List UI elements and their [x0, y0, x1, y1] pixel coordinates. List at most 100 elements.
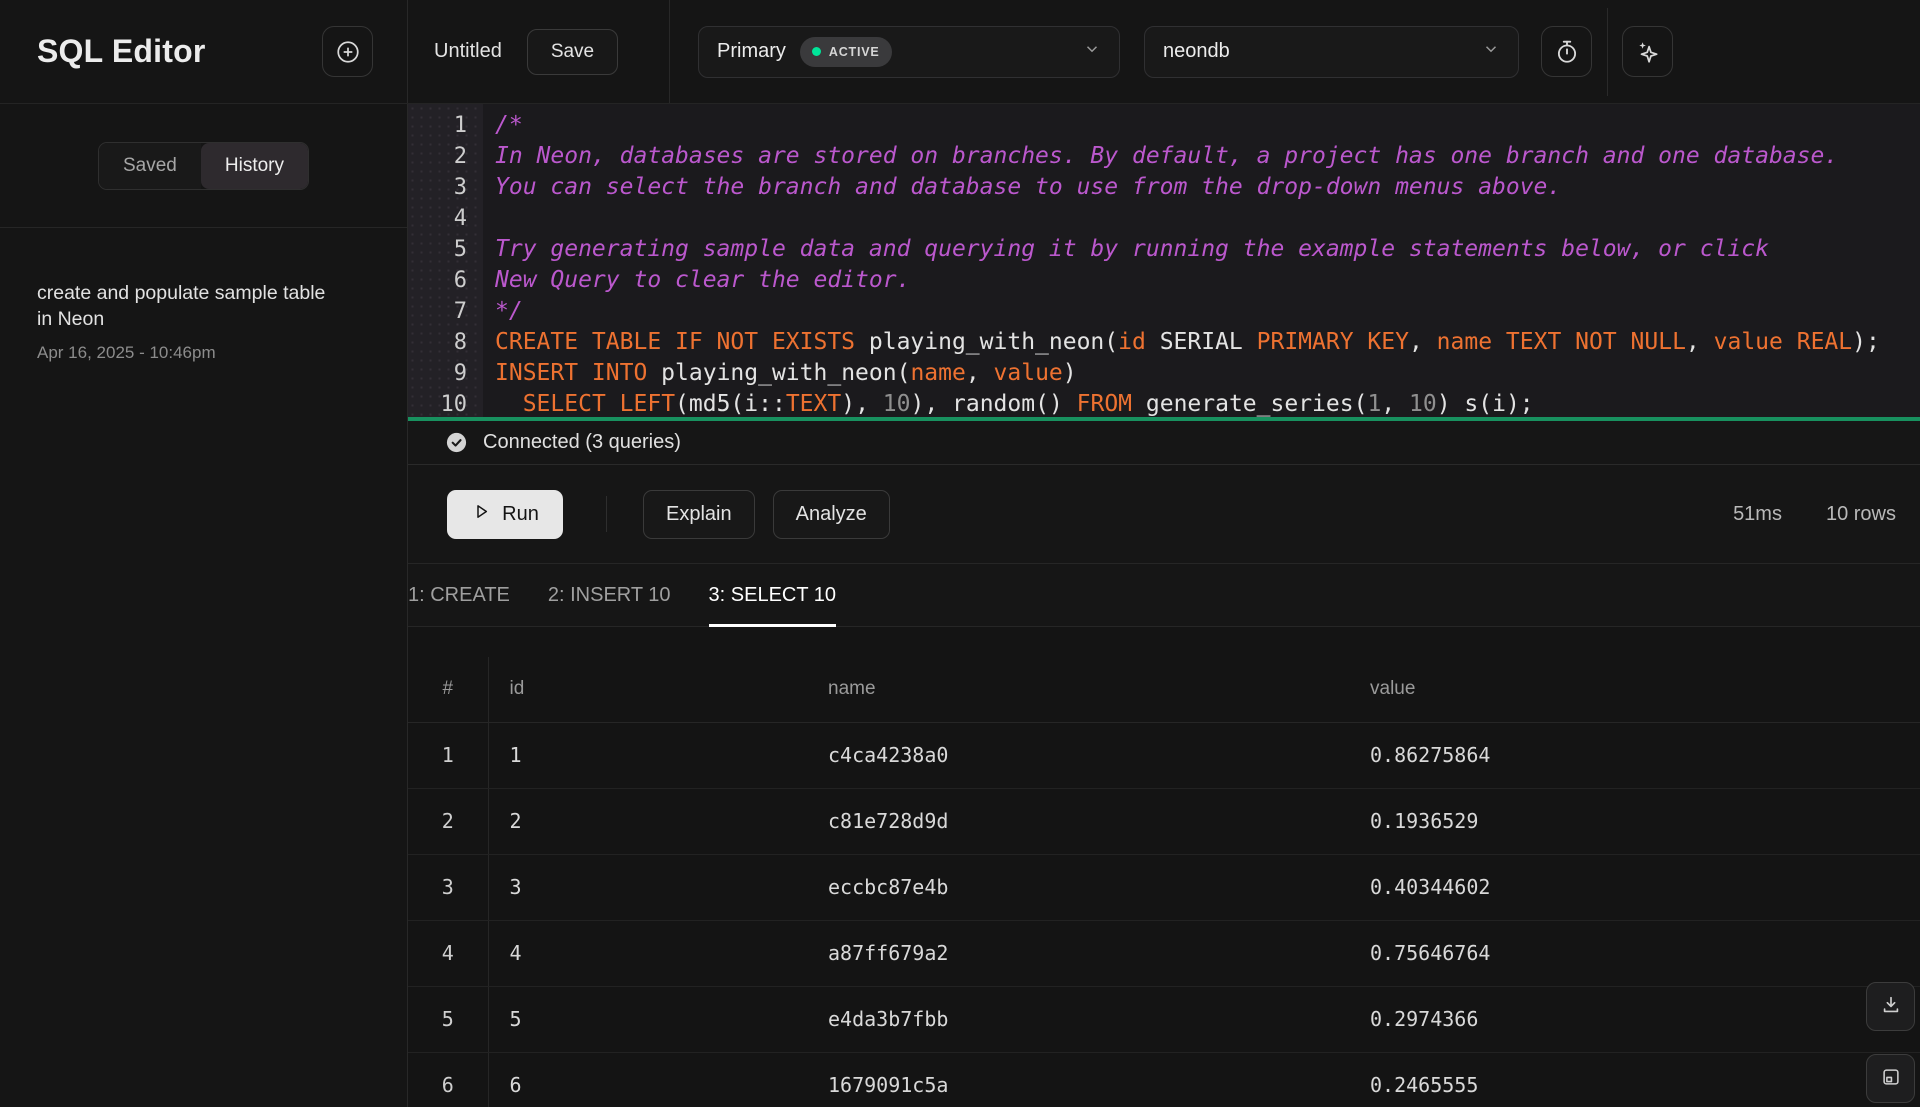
table-cell: 2: [488, 788, 818, 854]
table-row: 11c4ca4238a00.86275864: [408, 722, 1920, 788]
toolbar-divider: [606, 496, 607, 532]
document-header: Untitled Save: [408, 0, 670, 103]
results-tab-2[interactable]: 2: INSERT 10: [548, 564, 671, 626]
code-token: playing_with_neon(: [647, 360, 910, 386]
run-button[interactable]: Run: [447, 490, 563, 539]
line-number: 2: [408, 141, 467, 172]
document-title: Untitled: [434, 40, 502, 63]
sidebar-tabs: SavedHistory: [0, 104, 407, 228]
database-select[interactable]: neondb: [1144, 26, 1519, 78]
code-token: name: [1437, 329, 1492, 355]
code-line: New Query to clear the editor.: [495, 265, 1920, 296]
connection-status-bar: Connected (3 queries): [408, 421, 1920, 465]
line-number: 8: [408, 327, 467, 358]
code-token: generate_series(: [1132, 391, 1367, 417]
table-cell: 4: [408, 920, 488, 986]
table-cell: 0.2465555: [1360, 1052, 1920, 1107]
history-item-date: Apr 16, 2025 - 10:46pm: [37, 343, 370, 363]
code-token: TEXT NOT NULL: [1506, 329, 1686, 355]
code-token: [495, 391, 523, 417]
code-token: Try generating sample data and querying …: [495, 236, 1769, 262]
table-row: 661679091c5a0.2465555: [408, 1052, 1920, 1107]
table-cell: 3: [408, 854, 488, 920]
code-line: Try generating sample data and querying …: [495, 234, 1920, 265]
code-token: [1783, 329, 1797, 355]
branch-name: Primary: [717, 40, 786, 63]
sidebar-tab-history[interactable]: History: [201, 143, 308, 189]
table-row: 44a87ff679a20.75646764: [408, 920, 1920, 986]
table-cell: 6: [408, 1052, 488, 1107]
new-query-button[interactable]: [322, 26, 373, 77]
table-cell: 0.2974366: [1360, 986, 1920, 1052]
table-cell: c81e728d9d: [818, 788, 1360, 854]
table-cell: e4da3b7fbb: [818, 986, 1360, 1052]
branch-status-badge: ACTIVE: [800, 37, 892, 67]
results-tab-1[interactable]: 1: CREATE: [408, 564, 510, 626]
table-cell: 6: [488, 1052, 818, 1107]
code-token: PRIMARY KEY: [1257, 329, 1409, 355]
status-dot: [812, 47, 821, 56]
code-token: [606, 391, 620, 417]
column-header-value: value: [1360, 657, 1920, 722]
history-item[interactable]: create and populate sample table in Neon…: [37, 280, 370, 363]
run-progress-bar: [408, 417, 1920, 421]
column-header-hash: #: [408, 657, 488, 722]
code-token: id: [1118, 329, 1146, 355]
ai-assist-button[interactable]: [1622, 26, 1673, 77]
code-token: ),: [841, 391, 883, 417]
result-tabs: 1: CREATE 2: INSERT 10 3: SELECT 10: [408, 563, 1920, 627]
expand-icon: [1880, 1066, 1902, 1091]
results-tab-3[interactable]: 3: SELECT 10: [709, 564, 836, 626]
code-token: name: [910, 360, 965, 386]
table-cell: 0.75646764: [1360, 920, 1920, 986]
table-cell: 1: [408, 722, 488, 788]
code-line: INSERT INTO playing_with_neon(name, valu…: [495, 358, 1920, 389]
code-token: 10: [883, 391, 911, 417]
code-line: [495, 203, 1920, 234]
code-token: ), random(): [910, 391, 1076, 417]
table-cell: 2: [408, 788, 488, 854]
table-cell: 0.40344602: [1360, 854, 1920, 920]
code-line: /*: [495, 110, 1920, 141]
line-number: 10: [408, 389, 467, 420]
code-token: SERIAL: [1146, 329, 1257, 355]
code-token: INSERT INTO: [495, 360, 647, 386]
page-title: SQL Editor: [37, 33, 206, 70]
table-body: 11c4ca4238a00.8627586422c81e728d9d0.1936…: [408, 722, 1920, 1107]
save-button[interactable]: Save: [527, 29, 618, 75]
table-row: 55e4da3b7fbb0.2974366: [408, 986, 1920, 1052]
chevron-down-icon: [1083, 40, 1101, 63]
branch-select[interactable]: Primary ACTIVE: [698, 26, 1120, 78]
column-header-name: name: [818, 657, 1360, 722]
table-cell: 0.1936529: [1360, 788, 1920, 854]
table-cell: 4: [488, 920, 818, 986]
query-history-timer-button[interactable]: [1541, 26, 1592, 77]
line-number: 1: [408, 110, 467, 141]
chevron-down-icon: [1482, 40, 1500, 63]
download-results-button[interactable]: [1866, 982, 1915, 1031]
code-token: ,: [966, 360, 994, 386]
sidebar-header: SQL Editor: [0, 0, 408, 103]
code-token: 10: [1409, 391, 1437, 417]
check-circle-icon: [445, 431, 468, 454]
sidebar-tab-saved[interactable]: Saved: [99, 143, 201, 189]
table-cell: 5: [488, 986, 818, 1052]
play-icon: [471, 501, 492, 528]
code-token: FROM: [1077, 391, 1132, 417]
sql-code-editor[interactable]: 12345678910 /*In Neon, databases are sto…: [408, 104, 1920, 421]
table-cell: c4ca4238a0: [818, 722, 1360, 788]
expand-results-button[interactable]: [1866, 1054, 1915, 1103]
table-cell: 1: [488, 722, 818, 788]
code-token: CREATE TABLE IF NOT EXISTS: [495, 329, 855, 355]
explain-button[interactable]: Explain: [643, 490, 755, 539]
code-token: SELECT: [523, 391, 606, 417]
analyze-button[interactable]: Analyze: [773, 490, 890, 539]
code-token: ,: [1409, 329, 1437, 355]
table-cell: 1679091c5a: [818, 1052, 1360, 1107]
sql-editor-app: SQL Editor Untitled Save Primary ACTIVE: [0, 0, 1920, 1107]
code-token: In Neon, databases are stored on branche…: [495, 143, 1838, 169]
table-cell: 3: [488, 854, 818, 920]
history-list: create and populate sample table in Neon…: [0, 228, 407, 363]
code-token: ,: [1381, 391, 1409, 417]
code-token: */: [495, 298, 523, 324]
